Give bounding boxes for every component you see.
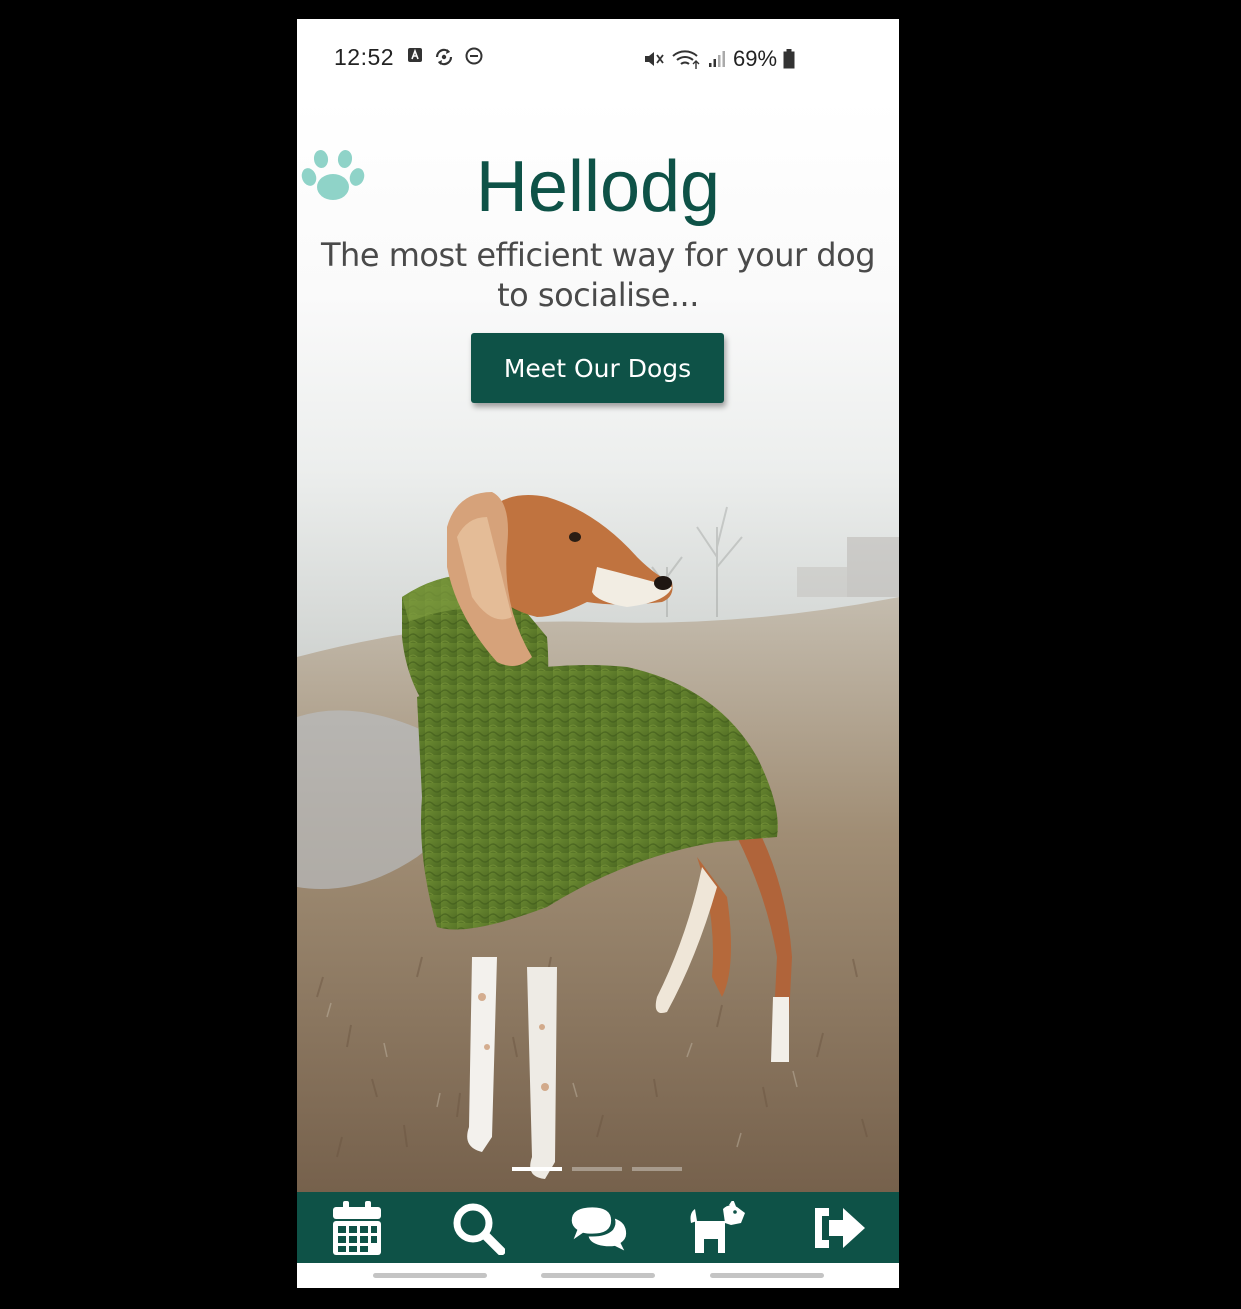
nav-dog[interactable] xyxy=(688,1198,748,1258)
logo-text-start: Hellod xyxy=(475,147,681,227)
nav-logout[interactable] xyxy=(809,1198,869,1258)
gesture-handle-center[interactable] xyxy=(541,1273,655,1278)
battery-percent: 69% xyxy=(733,46,778,71)
paw-icon xyxy=(301,150,365,200)
mute-icon xyxy=(645,52,664,66)
status-right-icons: 69% xyxy=(643,46,795,72)
app-logo: Hellod g xyxy=(297,147,899,227)
nav-chat[interactable] xyxy=(568,1198,628,1258)
gesture-handle-right[interactable] xyxy=(710,1273,824,1278)
dog-icon xyxy=(690,1200,746,1253)
carousel-dot-2[interactable] xyxy=(572,1167,622,1171)
gesture-handle-left[interactable] xyxy=(373,1273,487,1278)
battery-icon xyxy=(783,49,795,69)
signal-icon xyxy=(709,51,725,67)
status-bar: 12:52 69% xyxy=(297,19,899,97)
calendar-icon xyxy=(333,1200,382,1255)
wifi-icon xyxy=(672,50,700,69)
tagline: The most efficient way for your dog to s… xyxy=(321,236,876,314)
gesture-bar xyxy=(297,1263,899,1288)
nav-search[interactable] xyxy=(448,1198,508,1258)
logo-text-end: g xyxy=(680,147,721,227)
hero-carousel[interactable]: Hellod g The most efficient way for your… xyxy=(297,97,899,1192)
status-time: 12:52 xyxy=(334,44,395,70)
carousel-dot-1[interactable] xyxy=(512,1167,562,1171)
carousel-indicator xyxy=(512,1167,684,1171)
search-icon xyxy=(453,1203,505,1255)
chat-icon xyxy=(571,1206,627,1250)
bottom-nav xyxy=(297,1192,899,1263)
app-notification-icon xyxy=(408,48,422,62)
carousel-dot-3[interactable] xyxy=(632,1167,682,1171)
nav-calendar[interactable] xyxy=(327,1198,387,1258)
logout-icon xyxy=(814,1207,865,1248)
status-left-icons xyxy=(407,47,483,67)
sync-icon xyxy=(435,48,453,66)
meet-our-dogs-button[interactable]: Meet Our Dogs xyxy=(471,333,724,403)
phone-screen: 12:52 69% Hellod g The most efficient wa… xyxy=(297,19,899,1288)
do-not-disturb-icon xyxy=(465,47,483,65)
